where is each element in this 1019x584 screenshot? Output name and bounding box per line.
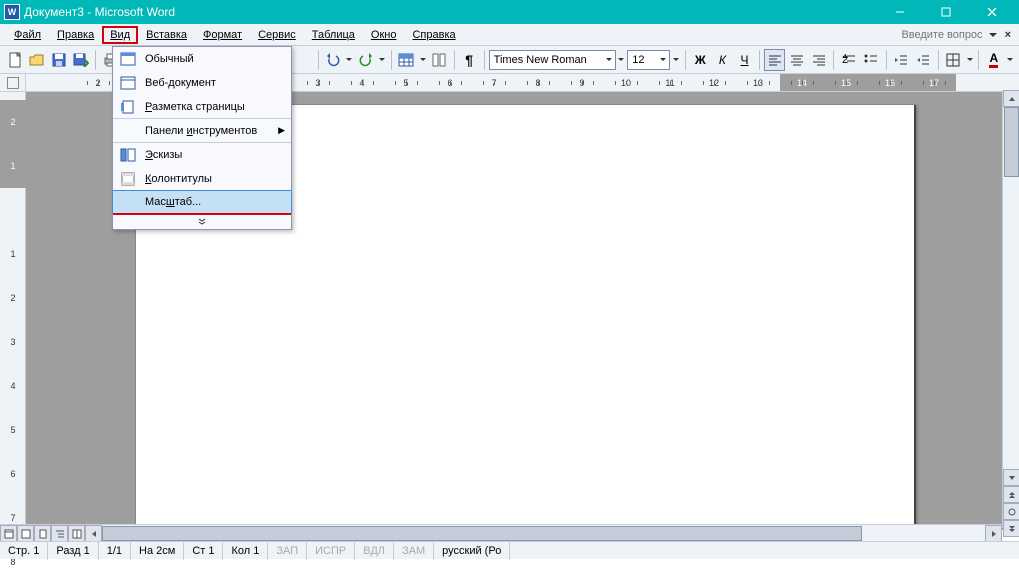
numbered-list-button[interactable]: 12 xyxy=(838,49,859,71)
menu-service[interactable]: Сервис xyxy=(250,26,304,44)
menu-edit[interactable]: Правка xyxy=(49,26,102,44)
menu-view[interactable]: Вид xyxy=(102,26,138,44)
align-center-button[interactable] xyxy=(786,49,807,71)
status-ovr[interactable]: ЗАМ xyxy=(394,542,434,560)
indent-button[interactable] xyxy=(913,49,934,71)
show-marks-button[interactable]: ¶ xyxy=(459,49,480,71)
status-ext[interactable]: ВДЛ xyxy=(355,542,394,560)
menu-format[interactable]: Формат xyxy=(195,26,250,44)
status-section[interactable]: Разд 1 xyxy=(48,542,98,560)
app-icon: W xyxy=(4,4,20,20)
scroll-right-button[interactable] xyxy=(985,525,1002,542)
bullet-list-button[interactable] xyxy=(860,49,881,71)
font-size-dropdown[interactable] xyxy=(671,49,681,71)
thumbnails-icon xyxy=(119,146,137,164)
ruler-corner[interactable] xyxy=(0,74,26,92)
scroll-down-button[interactable] xyxy=(1003,469,1019,486)
maximize-button[interactable] xyxy=(923,0,969,24)
menu-window[interactable]: Окно xyxy=(363,26,405,44)
help-dropdown-icon[interactable] xyxy=(989,33,997,37)
submenu-arrow-icon: ▶ xyxy=(278,125,285,136)
table-button[interactable] xyxy=(396,49,417,71)
status-line[interactable]: Ст 1 xyxy=(184,542,223,560)
view-outline-button[interactable] xyxy=(51,525,68,542)
title-bar: W Документ3 - Microsoft Word xyxy=(0,0,1019,24)
menu-thumbnails[interactable]: Эскизы xyxy=(113,143,291,167)
normal-view-icon xyxy=(119,50,137,68)
view-normal-button[interactable] xyxy=(0,525,17,542)
vertical-ruler[interactable]: 2112345678 xyxy=(0,92,26,530)
align-left-button[interactable] xyxy=(764,49,785,71)
open-button[interactable] xyxy=(26,49,47,71)
close-button[interactable] xyxy=(969,0,1015,24)
save-button[interactable] xyxy=(48,49,69,71)
menu-zoom[interactable]: Масштаб... xyxy=(112,190,292,214)
font-color-button[interactable]: А xyxy=(983,49,1004,71)
redo-dropdown[interactable] xyxy=(377,49,387,71)
vertical-scrollbar[interactable] xyxy=(1002,90,1019,528)
menu-page-layout-view[interactable]: Разметка страницы xyxy=(113,95,291,119)
font-color-dropdown[interactable] xyxy=(1005,49,1015,71)
border-dropdown[interactable] xyxy=(965,49,975,71)
menu-toolbars[interactable]: Панели инструментов ▶ xyxy=(113,119,291,143)
redo-button[interactable] xyxy=(355,49,376,71)
scroll-up-button[interactable] xyxy=(1003,90,1019,107)
status-col[interactable]: Кол 1 xyxy=(223,542,268,560)
columns-button[interactable] xyxy=(429,49,450,71)
border-button[interactable] xyxy=(943,49,964,71)
status-rev[interactable]: ИСПР xyxy=(307,542,355,560)
minimize-button[interactable] xyxy=(877,0,923,24)
view-reading-button[interactable] xyxy=(68,525,85,542)
status-lang[interactable]: русский (Ро xyxy=(434,542,510,560)
view-page-button[interactable] xyxy=(34,525,51,542)
italic-button[interactable]: К xyxy=(712,49,733,71)
outdent-button[interactable] xyxy=(890,49,911,71)
prev-page-button[interactable] xyxy=(1003,486,1019,503)
status-rec[interactable]: ЗАП xyxy=(268,542,307,560)
font-size-combo[interactable]: 12 xyxy=(627,50,670,70)
menu-help[interactable]: Справка xyxy=(404,26,463,44)
web-view-icon xyxy=(119,74,137,92)
status-page[interactable]: Стр. 1 xyxy=(0,542,48,560)
menu-bar: Файл Правка Вид Вставка Формат Сервис Та… xyxy=(0,24,1019,46)
font-dropdown[interactable] xyxy=(617,49,627,71)
menu-file[interactable]: Файл xyxy=(6,26,49,44)
underline-button[interactable]: Ч xyxy=(734,49,755,71)
scroll-thumb-v[interactable] xyxy=(1004,107,1019,177)
menu-expand-button[interactable] xyxy=(113,213,291,229)
scroll-thumb-h[interactable] xyxy=(102,526,862,541)
headers-icon xyxy=(119,170,137,188)
menu-table[interactable]: Таблица xyxy=(304,26,363,44)
menu-headers-footers[interactable]: Колонтитулы xyxy=(113,167,291,191)
undo-dropdown[interactable] xyxy=(345,49,355,71)
menu-normal-view[interactable]: Обычный xyxy=(113,47,291,71)
view-dropdown-menu: Обычный Веб-документ Разметка страницы П… xyxy=(112,46,292,230)
browse-object-button[interactable] xyxy=(1003,503,1019,520)
help-search-input[interactable] xyxy=(853,26,983,43)
document-close-button[interactable]: × xyxy=(1003,29,1013,41)
status-bar: Стр. 1 Разд 1 1/1 На 2см Ст 1 Кол 1 ЗАП … xyxy=(0,541,1019,559)
scroll-left-button[interactable] xyxy=(85,525,102,542)
view-web-button[interactable] xyxy=(17,525,34,542)
menu-web-view[interactable]: Веб-документ xyxy=(113,71,291,95)
new-doc-button[interactable] xyxy=(4,49,25,71)
bold-button[interactable]: Ж xyxy=(690,49,711,71)
align-right-button[interactable] xyxy=(808,49,829,71)
status-pages[interactable]: 1/1 xyxy=(99,542,131,560)
status-at[interactable]: На 2см xyxy=(131,542,184,560)
save-as-button[interactable] xyxy=(70,49,91,71)
page-layout-icon xyxy=(119,98,137,116)
font-combo[interactable]: Times New Roman xyxy=(489,50,616,70)
horizontal-scrollbar[interactable] xyxy=(0,524,1002,541)
table-dropdown[interactable] xyxy=(418,49,428,71)
menu-insert[interactable]: Вставка xyxy=(138,26,195,44)
next-page-button[interactable] xyxy=(1003,520,1019,537)
window-title: Документ3 - Microsoft Word xyxy=(24,5,175,19)
undo-button[interactable] xyxy=(323,49,344,71)
